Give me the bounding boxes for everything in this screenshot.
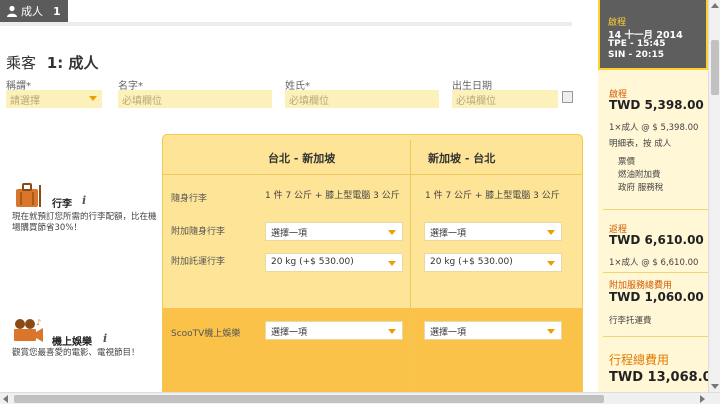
addon-fees-amount: TWD 1,060.00 bbox=[609, 290, 704, 304]
total-amount: TWD 13,068.00 bbox=[609, 370, 720, 385]
passenger-tab[interactable]: 成人 1 bbox=[0, 0, 68, 22]
user-icon bbox=[7, 5, 17, 17]
carry-on-outbound: 1 件 7 公斤 + 膝上型電腦 3 公斤 bbox=[265, 191, 400, 201]
select-value: 選擇一項 bbox=[271, 328, 308, 338]
header-divider bbox=[163, 174, 582, 175]
passenger-tab-label: 成人 bbox=[21, 5, 43, 18]
last-name-field[interactable]: 必填欄位 bbox=[285, 90, 439, 108]
total-label: 行程總費用 bbox=[609, 353, 670, 367]
summary-arrive: SIN - 20:15 bbox=[608, 50, 665, 60]
outbound-line: 1×成人 @ $ 5,398.00 bbox=[609, 123, 699, 133]
scroll-right-icon[interactable] bbox=[700, 395, 705, 403]
carry-on-label: 隨身行李 bbox=[171, 194, 208, 204]
chevron-down-icon bbox=[547, 261, 555, 266]
scroll-up-icon[interactable] bbox=[711, 3, 719, 8]
divider bbox=[603, 336, 708, 337]
chevron-down-icon bbox=[388, 261, 396, 266]
chevron-down-icon bbox=[89, 96, 97, 101]
scroll-thumb[interactable] bbox=[711, 40, 719, 95]
summary-depart: TPE - 15:45 bbox=[608, 39, 666, 49]
last-name-placeholder: 必填欄位 bbox=[289, 96, 329, 107]
select-value: 20 kg (+$ 530.00) bbox=[430, 257, 513, 267]
horizontal-scrollbar[interactable] bbox=[0, 392, 720, 404]
dob-placeholder: 必填欄位 bbox=[456, 96, 496, 107]
divider bbox=[0, 22, 572, 26]
route-outbound: 台北 - 新加坡 bbox=[268, 152, 336, 165]
passenger-heading-label: 1: 成人 bbox=[46, 54, 99, 72]
baggage-title: 行李 bbox=[52, 199, 72, 210]
baggage-description: 現在就預訂您所需的行李配額，比在機場購買節省30%！ bbox=[12, 212, 157, 233]
passenger-heading: 乘客 1: 成人 bbox=[6, 52, 98, 73]
scroll-thumb[interactable] bbox=[14, 395, 604, 403]
camera-icon: ♪ bbox=[14, 318, 43, 342]
first-name-field[interactable]: 必填欄位 bbox=[118, 90, 272, 108]
checked-baggage-return-select[interactable]: 20 kg (+$ 530.00) bbox=[424, 253, 562, 272]
chevron-down-icon bbox=[547, 329, 555, 334]
calendar-icon[interactable] bbox=[562, 91, 573, 103]
extra-carry-on-outbound-select[interactable]: 選擇一項 bbox=[265, 222, 403, 241]
chevron-down-icon bbox=[547, 230, 555, 235]
fee-item: 政府 服務稅 bbox=[618, 183, 664, 193]
title-select-value: 請選擇 bbox=[10, 96, 40, 107]
route-return: 新加坡 - 台北 bbox=[428, 152, 496, 165]
scroll-left-icon[interactable] bbox=[3, 395, 8, 403]
info-icon[interactable]: i bbox=[82, 194, 92, 207]
first-name-placeholder: 必填欄位 bbox=[122, 96, 162, 107]
return-line: 1×成人 @ $ 6,610.00 bbox=[609, 258, 699, 268]
fee-item: 燃油附加費 bbox=[618, 170, 661, 180]
outbound-detail[interactable]: 明細表，按 成人 bbox=[609, 137, 671, 149]
extra-carry-on-return-select[interactable]: 選擇一項 bbox=[424, 222, 562, 241]
info-icon[interactable]: i bbox=[103, 332, 113, 345]
divider bbox=[603, 272, 708, 273]
scootv-label: ScooTV機上娛樂 bbox=[171, 329, 241, 339]
select-value: 20 kg (+$ 530.00) bbox=[271, 257, 354, 267]
select-value: 選擇一項 bbox=[430, 229, 467, 239]
select-value: 選擇一項 bbox=[430, 328, 467, 338]
entertainment-title: 機上娛樂 bbox=[52, 337, 92, 348]
passenger-heading-prefix: 乘客 bbox=[6, 54, 37, 72]
booking-page: 成人 1 乘客 1: 成人 稱謂* 請選擇 名字* 必填欄位 姓氏* 必填欄位 … bbox=[0, 0, 720, 404]
chevron-down-icon bbox=[388, 230, 396, 235]
carry-on-return: 1 件 7 公斤 + 膝上型電腦 3 公斤 bbox=[425, 191, 560, 201]
title-select[interactable]: 請選擇 bbox=[6, 90, 102, 108]
divider bbox=[603, 209, 708, 210]
vertical-scrollbar[interactable] bbox=[708, 0, 720, 392]
scroll-down-icon[interactable] bbox=[711, 384, 719, 389]
flight-summary: 啟程 14 十一月 2014 TPE - 15:45 SIN - 20:15 bbox=[600, 0, 706, 68]
checked-baggage-label: 附加託運行李 bbox=[171, 257, 226, 267]
select-value: 選擇一項 bbox=[271, 229, 308, 239]
luggage-icon bbox=[16, 183, 41, 207]
svg-text:♪: ♪ bbox=[36, 318, 41, 327]
checked-baggage-outbound-select[interactable]: 20 kg (+$ 530.00) bbox=[265, 253, 403, 272]
column-divider bbox=[410, 140, 411, 404]
chevron-down-icon bbox=[388, 329, 396, 334]
fee-item: 票價 bbox=[618, 157, 636, 167]
outbound-amount: TWD 5,398.00 bbox=[609, 98, 704, 112]
passenger-tab-number: 1 bbox=[53, 4, 61, 18]
scootv-return-select[interactable]: 選擇一項 bbox=[424, 321, 562, 340]
addon-fees-line: 行李托運費 bbox=[609, 316, 652, 326]
entertainment-description: 觀賞您最喜愛的電影、電視節目！ bbox=[12, 348, 140, 358]
dob-field[interactable]: 必填欄位 bbox=[452, 90, 558, 108]
extra-carry-on-label: 附加隨身行李 bbox=[171, 227, 226, 237]
return-amount: TWD 6,610.00 bbox=[609, 233, 704, 247]
scootv-outbound-select[interactable]: 選擇一項 bbox=[265, 321, 403, 340]
